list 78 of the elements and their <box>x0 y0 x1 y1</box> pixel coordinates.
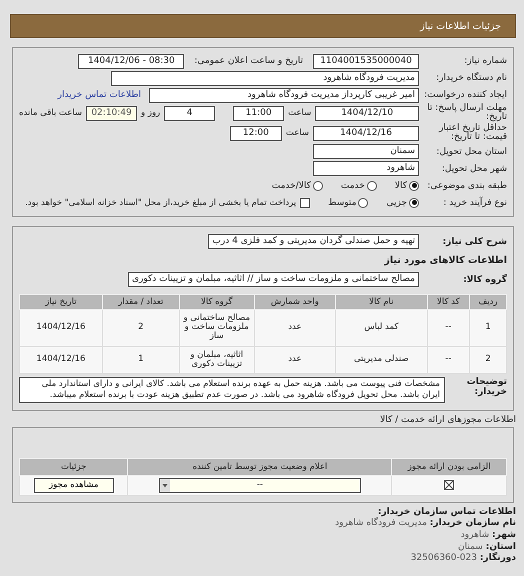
summary-field: تهیه و حمل صندلی گردان مدیریتی و کمد فلزی 4 درب <box>208 234 419 250</box>
table-cell: 1 <box>470 309 506 346</box>
section-title: اطلاعات کالاهای مورد نیاز <box>384 255 507 266</box>
radio-button[interactable] <box>312 180 323 191</box>
column-header: کد کالا <box>427 294 470 310</box>
buyer-notes: مشخصات فنی پیوست می باشد. هزینه حمل به عهده برنده استعلام می باشد. کالای ایرانی و دارای استاندارد ملی ایران باشد. محل تحویل فرودگاه شاهرود می باشد. در صورت عدم تطبیق هزینه عودت با برنده استعلام میباشد. <box>19 377 445 403</box>
radio-option[interactable]: خدمت <box>340 180 377 191</box>
table-cell: 1404/12/16 <box>20 309 102 346</box>
column-header: جزئیات <box>20 458 128 476</box>
table-cell: 1 <box>102 346 180 374</box>
view-license-button[interactable]: مشاهده مجوز <box>34 478 114 493</box>
field-label: روز و <box>141 108 160 118</box>
field-label: حداقل تاریخ اعتبار قیمت: تا تاریخ: <box>438 124 507 143</box>
column-header: گروه کالا <box>179 294 254 310</box>
field-label: طبقه بندی موضوعی: <box>426 180 507 191</box>
checkbox-label: پرداخت تمام یا بخشی از مبلغ خرید،از محل "اسناد خزانه اسلامی" خواهد بود. <box>25 198 296 208</box>
radio-button[interactable] <box>358 198 368 208</box>
contact-line: شهر: شاهرود <box>460 530 516 542</box>
date-field: 1404/12/10 <box>315 106 419 121</box>
field-label: ساعت <box>288 108 312 118</box>
radio-button[interactable] <box>409 198 419 208</box>
field-label: شماره نیاز: <box>463 56 507 66</box>
contact-link[interactable]: اطلاعات تماس خریدار <box>58 90 141 100</box>
radio-button[interactable] <box>409 180 419 191</box>
date-field: 1404/12/16 <box>313 126 419 141</box>
field-label: توضیحات خریدار: <box>466 377 507 398</box>
buyer-field: مدیریت فرودگاه شاهرود <box>111 70 419 86</box>
field-label: شرح کلی نیاز: <box>442 236 507 247</box>
section-title: اطلاعات مجوزهای ارائه خدمت / کالا <box>379 414 516 425</box>
table-cell: -- <box>427 346 470 374</box>
contact-line: استان: سمنان <box>457 542 516 552</box>
field-label: ساعت <box>286 128 309 138</box>
need-number-field: 1104001535000040 <box>313 54 419 68</box>
page-title: جزئیات اطلاعات نیاز <box>420 20 501 32</box>
column-header: اعلام وضعیت مجوز توسط تامین کننده <box>128 458 392 476</box>
field-label: شهر محل تحویل: <box>440 164 507 174</box>
table-cell: اثاثیه، مبلمان و تزیینات دکوری <box>179 346 254 374</box>
contact-line: نام سازمان خریدار: مدیریت فرودگاه شاهرود <box>334 518 516 530</box>
time-field: 12:00 <box>230 126 282 141</box>
table-cell: مصالح ساختمانی و ملزومات ساخت و ساز <box>179 309 254 346</box>
time-field: 11:00 <box>233 106 284 121</box>
field-label: گروه کالا: <box>462 274 507 285</box>
city-field: شاهرود <box>313 161 419 176</box>
announce-date-field: 1404/12/06 - 08:30 <box>78 54 184 68</box>
column-header: ردیف <box>470 294 506 310</box>
column-header: الزامی بودن ارائه مجوز <box>392 458 506 476</box>
contact-title: اطلاعات تماس سازمان خریدار: <box>378 506 516 517</box>
radio-option[interactable]: کالا/خدمت <box>272 180 323 191</box>
table-cell: عدد <box>254 346 336 374</box>
column-header: واحد شمارش <box>254 294 336 310</box>
table-cell: -- <box>427 309 470 346</box>
table-cell: 2 <box>102 309 180 346</box>
creator-field: امیر غریبی کارپرداز مدیریت فرودگاه شاهرود <box>149 88 419 102</box>
goods-group-field: مصالح ساختمانی و ملزومات ساخت و ساز // اثاثیه، مبلمان و تزیینات دکوری <box>128 272 419 288</box>
table-cell: کمد لباس <box>336 309 428 346</box>
radio-option[interactable]: جزیی <box>386 198 419 208</box>
radio-option[interactable]: متوسط <box>328 198 368 208</box>
column-header: تاریخ نیاز <box>20 294 102 310</box>
column-header: تعداد / مقدار <box>102 294 180 310</box>
field-label: تاریخ و ساعت اعلان عمومی: <box>194 56 303 66</box>
table-cell: صندلی مدیریتی <box>336 346 428 374</box>
field-label: ایجاد کننده درخواست: <box>423 90 507 100</box>
radio-option[interactable]: کالا <box>394 180 419 191</box>
days-field: 4 <box>164 106 216 121</box>
province-field: سمنان <box>313 144 419 160</box>
remaining-time-field: 02:10:49 <box>86 106 138 121</box>
status-dropdown[interactable]: -- <box>158 478 361 493</box>
column-header: نام کالا <box>336 294 428 310</box>
field-label: استان محل تحویل: <box>435 146 507 157</box>
table-cell: 1404/12/16 <box>20 346 102 374</box>
checkbox[interactable] <box>300 198 310 208</box>
table-cell: عدد <box>254 309 336 346</box>
field-label: نوع فرآیند خرید : <box>442 198 507 208</box>
radio-button[interactable] <box>366 180 377 191</box>
field-label: ساعت باقی مانده <box>18 108 82 118</box>
field-label: مهلت ارسال پاسخ: تا تاریخ: <box>426 104 507 123</box>
field-label: نام دستگاه خریدار: <box>435 73 507 83</box>
table-cell: 2 <box>470 346 506 374</box>
